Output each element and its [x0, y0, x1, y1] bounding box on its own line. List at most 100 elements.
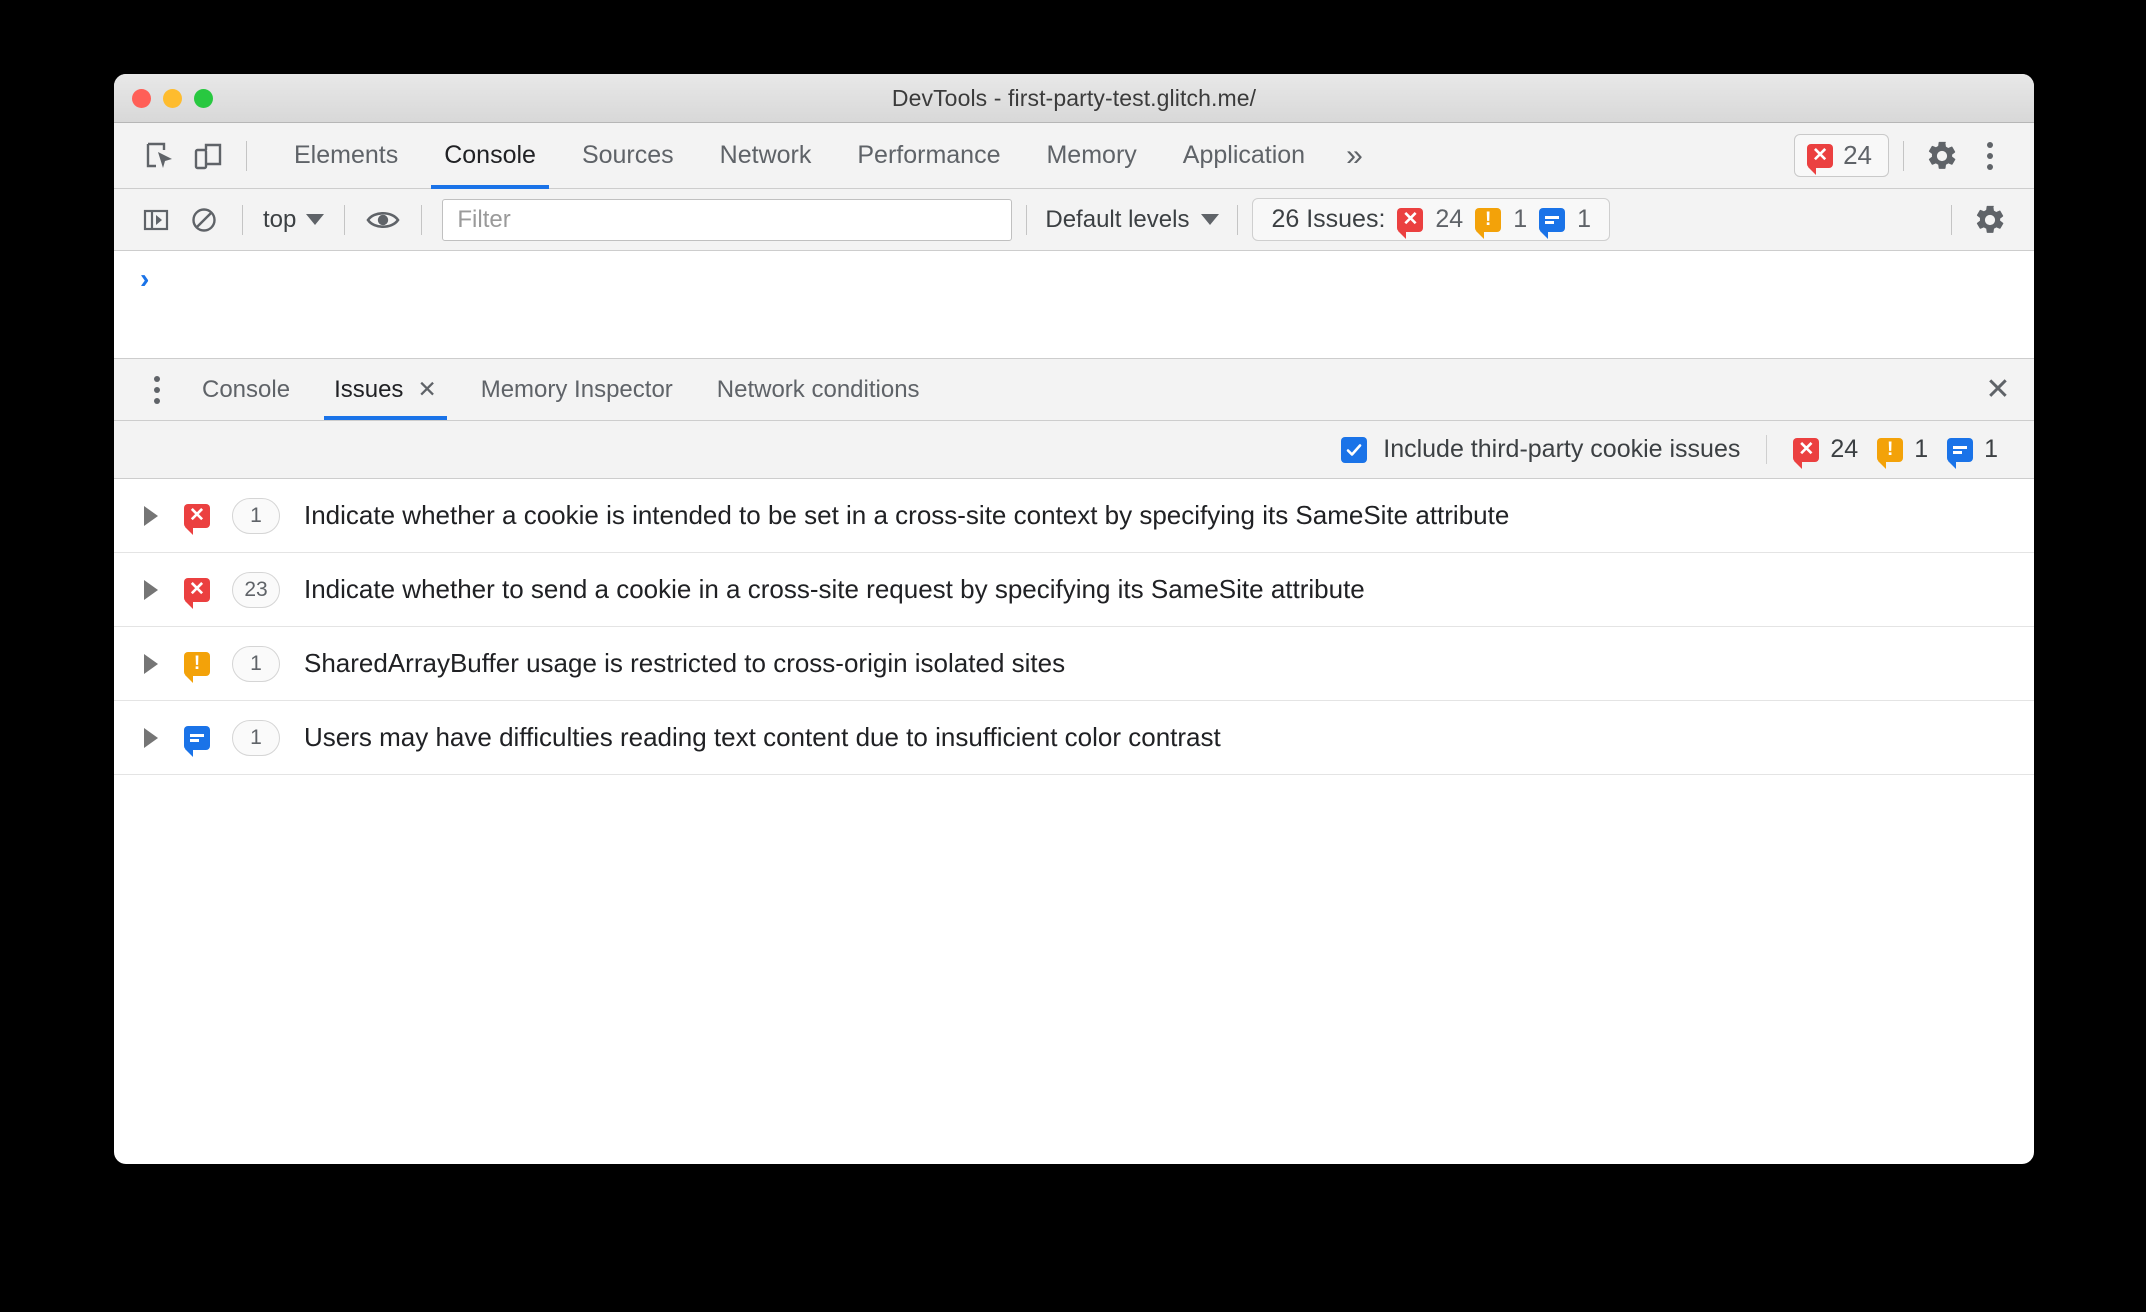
- tab-sources[interactable]: Sources: [559, 123, 697, 189]
- filter-input[interactable]: Filter: [442, 198, 1013, 241]
- issue-row[interactable]: 1 Users may have difficulties reading te…: [114, 701, 2034, 775]
- warning-bubble-icon: !: [184, 651, 210, 683]
- error-count-badge[interactable]: ✕ 24: [1794, 134, 1889, 177]
- issues-summary-label: 26 Issues:: [1271, 205, 1386, 233]
- issues-summary-button[interactable]: 26 Issues: ✕ 24 ! 1 1: [1252, 198, 1611, 241]
- close-icon[interactable]: ✕: [417, 378, 436, 401]
- drawer-tab-label: Network conditions: [716, 375, 920, 403]
- disclosure-triangle-icon[interactable]: [144, 579, 158, 600]
- chevron-down-icon: [1201, 214, 1220, 225]
- tab-label: Application: [1182, 141, 1306, 169]
- tab-elements[interactable]: Elements: [271, 123, 421, 189]
- console-sidebar-icon[interactable]: [132, 196, 180, 244]
- console-divider-6: [1951, 204, 1952, 235]
- close-drawer-icon[interactable]: ✕: [1962, 359, 2034, 420]
- console-settings-gear-icon[interactable]: [1966, 196, 2014, 244]
- issues-warning-count: 1: [1513, 205, 1528, 233]
- devtools-main-toolbar: Elements Console Sources Network Perform…: [114, 123, 2034, 189]
- issues-warning-count: 1: [1914, 435, 1929, 463]
- issue-title: SharedArrayBuffer usage is restricted to…: [304, 648, 1066, 678]
- issues-list: ✕ 1 Indicate whether a cookie is intende…: [114, 479, 2034, 1125]
- issues-info-count: 1: [1577, 205, 1592, 233]
- log-levels-selector[interactable]: Default levels: [1041, 206, 1223, 234]
- disclosure-triangle-icon[interactable]: [144, 653, 158, 674]
- drawer-tab-label: Issues: [334, 375, 404, 403]
- chevron-down-icon: [306, 214, 325, 225]
- more-tabs-icon[interactable]: »: [1328, 123, 1381, 189]
- issue-count-badge: 23: [232, 571, 280, 608]
- drawer-tab-spacer: [942, 359, 1962, 420]
- error-bubble-icon: ✕: [184, 503, 210, 535]
- drawer-menu-icon[interactable]: [134, 359, 180, 420]
- console-divider-2: [344, 204, 346, 235]
- toolbar-divider: [246, 140, 247, 171]
- issues-error-count: 24: [1435, 205, 1464, 233]
- live-expression-icon[interactable]: [359, 196, 407, 244]
- execution-context-label: top: [263, 205, 297, 233]
- error-bubble-icon: ✕: [184, 577, 210, 609]
- drawer-tab-memory-inspector[interactable]: Memory Inspector: [459, 359, 695, 420]
- drawer-tab-label: Memory Inspector: [480, 375, 673, 403]
- checkbox-checked-icon: [1341, 436, 1368, 463]
- drawer-tab-network-conditions[interactable]: Network conditions: [695, 359, 942, 420]
- issues-error-count: 24: [1830, 435, 1859, 463]
- issues-counts: ✕ 24 ! 1 1: [1766, 435, 2006, 469]
- gear-icon[interactable]: [1918, 132, 1966, 180]
- window-title: DevTools - first-party-test.glitch.me/: [891, 84, 1257, 111]
- issue-row[interactable]: ✕ 23 Indicate whether to send a cookie i…: [114, 553, 2034, 627]
- tab-memory[interactable]: Memory: [1023, 123, 1159, 189]
- checkbox-label: Include third-party cookie issues: [1383, 435, 1741, 463]
- issue-title: Indicate whether to send a cookie in a c…: [304, 574, 1365, 604]
- tab-console[interactable]: Console: [421, 123, 559, 189]
- tab-label: Sources: [581, 141, 674, 169]
- console-filter-toolbar: top Filter Default levels 26 Issues: ✕ 2…: [114, 189, 2034, 251]
- error-bubble-icon: ✕: [1807, 143, 1834, 175]
- tab-performance[interactable]: Performance: [834, 123, 1023, 189]
- device-toolbar-icon[interactable]: [184, 132, 232, 180]
- clear-console-icon[interactable]: [180, 196, 228, 244]
- drawer-tab-issues[interactable]: Issues ✕: [312, 359, 459, 420]
- main-tab-list: Elements Console Sources Network Perform…: [271, 123, 1381, 189]
- info-bubble-icon: [1947, 437, 1974, 469]
- issue-count-badge: 1: [232, 497, 280, 534]
- drawer-tab-bar: Console Issues ✕ Memory Inspector Networ…: [114, 359, 2034, 421]
- console-output-area[interactable]: ›: [114, 251, 2034, 359]
- tab-label: Memory: [1046, 141, 1137, 169]
- error-count-label: 24: [1843, 140, 1872, 170]
- console-divider-3: [421, 204, 423, 235]
- issue-title: Users may have difficulties reading text…: [304, 722, 1221, 752]
- tab-label: Elements: [294, 141, 399, 169]
- console-divider-1: [242, 204, 243, 235]
- warning-bubble-icon: !: [1877, 437, 1904, 469]
- console-prompt-icon: ›: [140, 263, 150, 294]
- info-bubble-icon: [184, 725, 210, 757]
- issue-count-badge: 1: [232, 645, 280, 682]
- include-third-party-cookie-issues-checkbox[interactable]: Include third-party cookie issues: [1341, 435, 1740, 464]
- drawer-tab-label: Console: [202, 375, 291, 403]
- devtools-window: DevTools - first-party-test.glitch.me/ E…: [114, 74, 2034, 1164]
- inspect-cursor-icon[interactable]: [136, 132, 184, 180]
- desktop-background: DevTools - first-party-test.glitch.me/ E…: [0, 0, 2146, 1312]
- toolbar-divider-2: [1903, 140, 1904, 171]
- disclosure-triangle-icon[interactable]: [144, 505, 158, 526]
- issue-count-badge: 1: [232, 719, 280, 756]
- console-divider-5: [1237, 204, 1239, 235]
- error-bubble-icon: ✕: [1397, 207, 1424, 239]
- issues-filter-bar: Include third-party cookie issues ✕ 24 !…: [114, 421, 2034, 479]
- tab-label: Network: [719, 141, 812, 169]
- issue-row[interactable]: ✕ 1 Indicate whether a cookie is intende…: [114, 479, 2034, 553]
- kebab-menu-icon[interactable]: [1966, 132, 2014, 180]
- info-bubble-icon: [1539, 207, 1566, 239]
- issue-row[interactable]: ! 1 SharedArrayBuffer usage is restricte…: [114, 627, 2034, 701]
- execution-context-selector[interactable]: top: [257, 206, 330, 234]
- tab-application[interactable]: Application: [1160, 123, 1328, 189]
- tab-label: Console: [444, 141, 536, 169]
- issue-title: Indicate whether a cookie is intended to…: [304, 500, 1510, 530]
- issues-info-count: 1: [1984, 435, 1998, 463]
- drawer-tab-console[interactable]: Console: [180, 359, 312, 420]
- tab-label: Performance: [857, 141, 1001, 169]
- window-titlebar: DevTools - first-party-test.glitch.me/: [114, 74, 2034, 123]
- error-bubble-icon: ✕: [1793, 437, 1820, 469]
- disclosure-triangle-icon[interactable]: [144, 727, 158, 748]
- tab-network[interactable]: Network: [697, 123, 835, 189]
